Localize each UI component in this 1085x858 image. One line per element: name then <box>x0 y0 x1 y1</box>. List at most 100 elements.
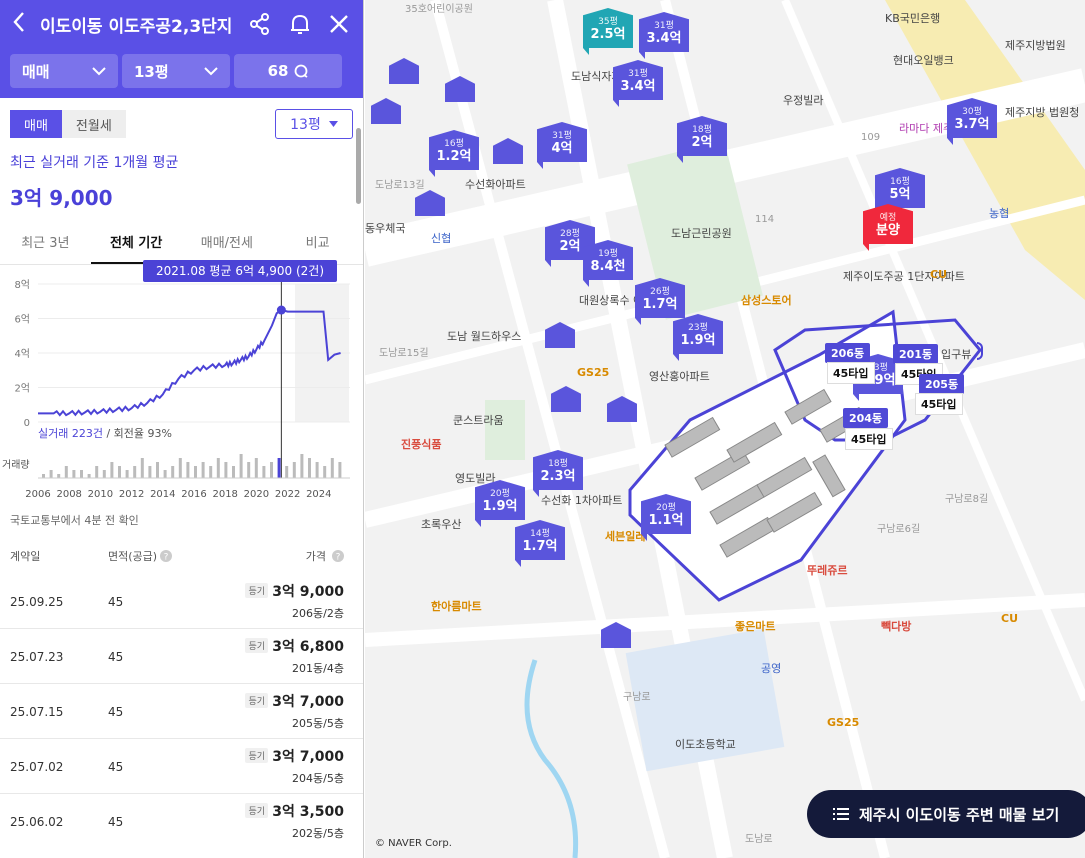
close-icon[interactable] <box>327 12 351 36</box>
complex-title: 이도이동 이도주공2,3단지 <box>40 16 233 37</box>
col-date: 계약일 <box>10 550 41 563</box>
volume-bar <box>285 466 289 478</box>
comments-button[interactable]: 68 <box>234 54 342 88</box>
caret-down-icon <box>328 121 338 127</box>
highlight-point[interactable] <box>276 305 286 315</box>
volume-bar <box>232 466 235 478</box>
price-marker[interactable]: 31평 3.4억 <box>639 12 689 59</box>
table-row[interactable]: 25.06.02 45 등기 3억 3,500 202동/5층 <box>0 794 363 849</box>
row-date: 25.07.23 <box>10 650 64 664</box>
table-row[interactable]: 25.07.23 45 등기 3억 6,800 201동/4층 <box>0 629 363 684</box>
nearby-listings-label: 제주시 이도이동 주변 매물 보기 <box>859 805 1060 824</box>
detail-panel: 이도이동 이도주공2,3단지 매매 13평 68 매매 전월세 13평 최근 실… <box>0 0 364 858</box>
y-tick-label: 0 <box>24 418 30 429</box>
x-tick-label: 2006 <box>25 489 50 500</box>
map-label: 도남 월드하우스 <box>447 330 522 343</box>
row-badge: 등기 <box>245 583 268 598</box>
list-icon <box>833 808 849 820</box>
price-marker[interactable]: 20평 1.1억 <box>641 494 691 541</box>
volume-bar <box>224 462 228 478</box>
toggle-rent[interactable]: 전월세 <box>61 110 126 138</box>
size-select[interactable]: 13평 <box>122 54 230 88</box>
row-badge: 등기 <box>245 693 268 708</box>
table-row[interactable]: 25.07.02 45 등기 3억 7,000 204동/5층 <box>0 739 363 794</box>
row-date: 25.07.15 <box>10 705 64 719</box>
help-icon[interactable]: ? <box>160 550 172 562</box>
volume-bar <box>57 474 61 478</box>
panel-scrollbar[interactable] <box>356 128 361 204</box>
price-marker[interactable]: 18평 2억 <box>677 116 727 163</box>
share-icon[interactable] <box>248 12 272 36</box>
type-badge[interactable]: 45타입 <box>827 362 875 384</box>
pyeong-select-label: 13평 <box>290 117 321 133</box>
row-unit: 202동/5층 <box>292 827 344 840</box>
row-area: 45 <box>108 650 124 664</box>
volume-bar <box>292 462 296 478</box>
price-marker[interactable]: 16평 1.2억 <box>429 130 479 177</box>
price-marker[interactable]: 31평 4억 <box>537 122 587 169</box>
map-label: 입구뷰 <box>941 348 972 361</box>
volume-bar <box>247 462 251 478</box>
presale-marker[interactable]: 예정 분양 <box>863 204 913 251</box>
price-marker[interactable]: 35평 2.5억 <box>583 8 633 55</box>
x-tick-label: 2020 <box>244 489 269 500</box>
volume-bar <box>262 466 266 478</box>
map-label: 구남로8길 <box>945 494 989 505</box>
type-badge[interactable]: 45타입 <box>915 393 963 415</box>
map-label: 구남로 <box>623 692 651 703</box>
map-label: 뚜레쥬르 <box>807 564 848 577</box>
price-marker[interactable]: 23평 1.9억 <box>673 314 723 361</box>
dong-badge[interactable]: 201동 <box>893 344 939 364</box>
pyeong-select[interactable]: 13평 <box>275 109 353 139</box>
price-marker[interactable]: 18평 2.3억 <box>533 450 583 497</box>
svg-text:?: ? <box>164 553 169 563</box>
map-label: 세븐일레 <box>605 530 646 543</box>
type-badge[interactable]: 45타입 <box>845 428 893 450</box>
volume-bar <box>49 470 53 478</box>
row-price: 3억 3,500 <box>272 804 344 820</box>
toggle-sale[interactable]: 매매 <box>10 110 62 138</box>
help-icon[interactable]: ? <box>332 550 344 562</box>
row-badge: 등기 <box>245 638 268 653</box>
volume-bar <box>239 454 243 478</box>
comment-count: 68 <box>267 62 289 80</box>
source-note: 국토교통부에서 4분 전 확인 <box>10 514 139 527</box>
volume-bar <box>308 458 311 478</box>
map-label: 쿤스트라움 <box>453 414 504 427</box>
y-tick-label: 2억 <box>14 383 30 395</box>
average-price: 3억 9,000 <box>10 186 113 210</box>
volume-bar <box>125 470 129 478</box>
price-marker[interactable]: 30평 3.7억 <box>947 98 997 145</box>
nearby-listings-button[interactable]: 제주시 이도이동 주변 매물 보기 <box>807 790 1085 838</box>
dong-badge[interactable]: 204동 <box>843 408 889 428</box>
dong-badge[interactable]: 205동 <box>919 374 965 394</box>
volume-bar <box>110 462 114 478</box>
bell-icon[interactable] <box>288 12 312 36</box>
map-label: GS25 <box>577 366 610 379</box>
dong-badge[interactable]: 206동 <box>825 343 871 363</box>
y-tick-label: 4억 <box>14 348 30 360</box>
price-marker[interactable]: 19평 8.4천 <box>583 240 633 287</box>
chevron-down-icon <box>204 67 218 76</box>
volume-bar <box>330 458 334 478</box>
volume-bar <box>72 470 76 478</box>
back-icon[interactable] <box>12 11 26 37</box>
table-row[interactable]: 25.07.15 45 등기 3억 7,000 205동/5층 <box>0 684 363 739</box>
map-label: 제주이도주공 1단지아파트 <box>843 270 965 283</box>
map-view[interactable]: 35호어린이공원 KB국민은행 현대오일뱅크 제주지방법원 우정빌라 도남식자재… <box>365 0 1085 858</box>
map-label: 공영 <box>761 662 782 675</box>
map-label: 대원상록수 아파트 <box>579 294 664 307</box>
row-price: 3억 7,000 <box>272 749 344 765</box>
price-marker[interactable]: 14평 1.7억 <box>515 520 565 567</box>
map-label: 제주지방 법원청 <box>1005 106 1080 119</box>
trade-type-select[interactable]: 매매 <box>10 54 118 88</box>
map-label: 109 <box>861 132 881 143</box>
row-badge: 등기 <box>245 803 268 818</box>
price-marker[interactable]: 31평 3.4억 <box>613 60 663 107</box>
volume-bar <box>64 466 68 478</box>
row-price: 3억 7,000 <box>272 694 344 710</box>
volume-bar <box>201 462 205 478</box>
row-date: 25.09.25 <box>10 595 64 609</box>
table-row[interactable]: 25.09.25 45 등기 3억 9,000 206동/2층 <box>0 574 363 629</box>
row-badge: 등기 <box>245 748 268 763</box>
